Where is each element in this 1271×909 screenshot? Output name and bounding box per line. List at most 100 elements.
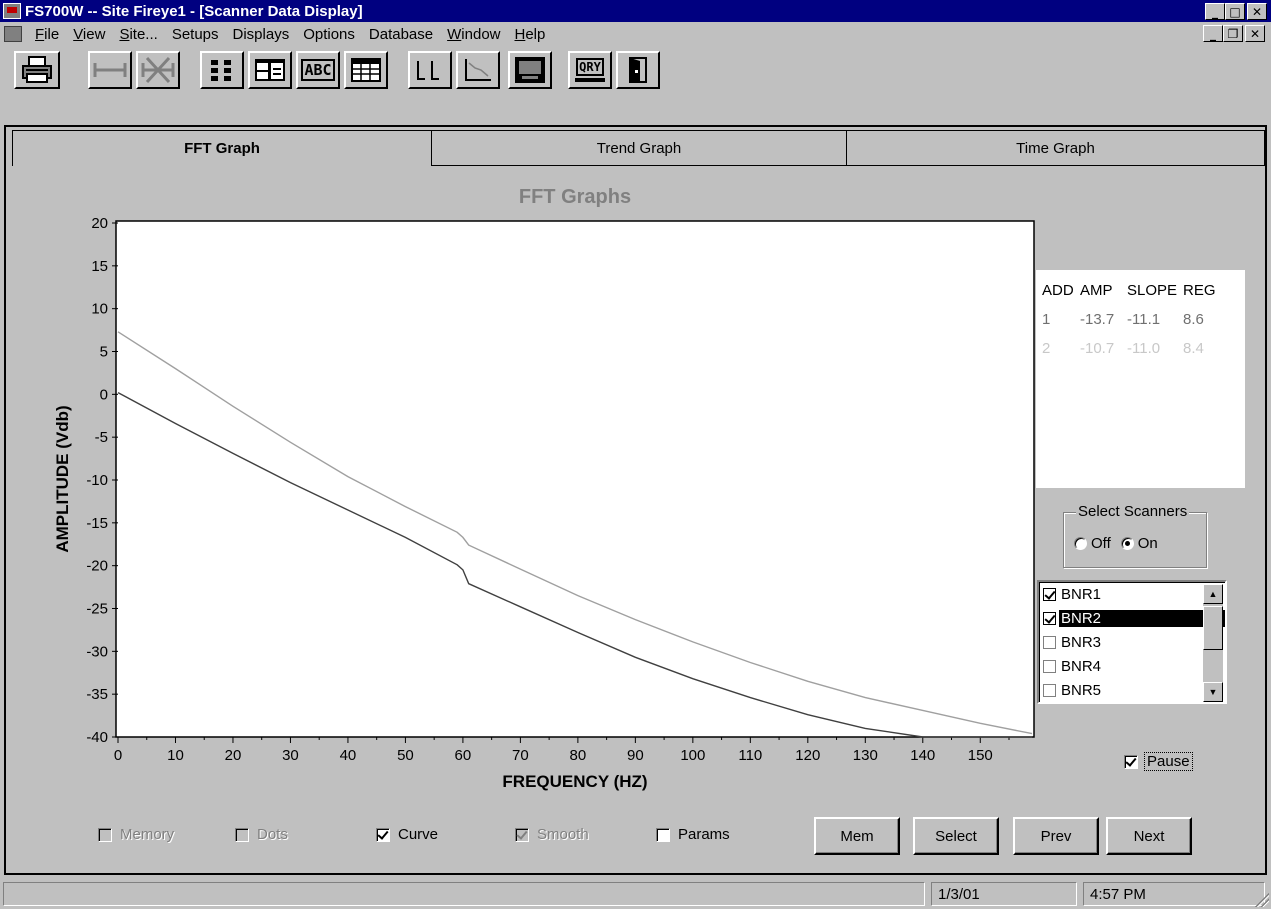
radio-off-circle: [1074, 537, 1087, 550]
x-axis: 0 10 20 30 40 50 60 70 80 90 100 110 120 130 140 150: [114, 737, 1010, 764]
y-tick-label: -15: [86, 515, 108, 532]
app-icon[interactable]: [3, 3, 21, 19]
y-tick-label: -30: [86, 643, 108, 660]
mem-button[interactable]: Mem: [814, 817, 900, 855]
menu-help[interactable]: Help: [508, 26, 553, 43]
x-tick-label: 40: [340, 747, 357, 764]
print-button[interactable]: [14, 51, 60, 89]
x-tick-label: 150: [968, 747, 993, 764]
query-button[interactable]: QRY: [568, 51, 612, 89]
scanner-item-bnr1[interactable]: BNR1: [1039, 582, 1225, 606]
y-tick-label: 15: [91, 258, 108, 275]
trend-graph-button[interactable]: [456, 51, 500, 89]
document-icon[interactable]: [4, 26, 22, 42]
dots-check-box: [235, 827, 249, 842]
title-bar[interactable]: FS700W -- Site Fireye1 - [Scanner Data D…: [0, 0, 1271, 22]
print-icon: [22, 56, 52, 83]
disconnect-button[interactable]: [136, 51, 180, 89]
data-grid-button[interactable]: [248, 51, 292, 89]
tab-time-graph[interactable]: Time Graph: [847, 130, 1265, 166]
menu-options[interactable]: Options: [296, 26, 362, 43]
tab-trend-graph[interactable]: Trend Graph: [432, 130, 847, 166]
prev-button-label: Prev: [1040, 827, 1072, 845]
scanner-list[interactable]: BNR1 BNR2 BNR3 BNR4 BNR5 ▲ ▼: [1037, 580, 1227, 704]
door-exit-icon: [629, 57, 647, 83]
x-tick-label: 120: [795, 747, 820, 764]
bar-graph-button[interactable]: [408, 51, 452, 89]
scanner-checkbox[interactable]: [1043, 683, 1056, 697]
child-restore-button[interactable]: ❐: [1223, 25, 1243, 42]
maximize-button[interactable]: □: [1225, 3, 1245, 20]
child-minimize-button[interactable]: _: [1203, 25, 1223, 42]
param-add: 2: [1042, 340, 1051, 357]
menu-site[interactable]: Site...: [112, 26, 164, 43]
scroll-up-button[interactable]: ▲: [1203, 584, 1223, 604]
scanner-checkbox[interactable]: [1043, 659, 1056, 673]
scanner-item-bnr2[interactable]: BNR2: [1039, 606, 1225, 630]
table-button[interactable]: [344, 51, 388, 89]
params-panel: ADD AMP SLOPE REG 1 -13.7 -11.1 8.6 2 -1…: [1036, 270, 1245, 488]
connect-button[interactable]: [88, 51, 132, 89]
status-message: [3, 882, 925, 906]
memory-checkbox[interactable]: Memory: [98, 826, 174, 843]
list-view-button[interactable]: [200, 51, 244, 89]
scanner-checkbox[interactable]: [1043, 635, 1056, 649]
prev-button[interactable]: Prev: [1013, 817, 1099, 855]
scroll-thumb[interactable]: [1203, 606, 1223, 650]
next-button[interactable]: Next: [1106, 817, 1192, 855]
scanner-item-bnr3[interactable]: BNR3: [1039, 630, 1225, 654]
minimize-icon: _: [1212, 4, 1218, 19]
menu-bar: File View Site... Setups Displays Option…: [0, 22, 1271, 46]
x-tick-label: 70: [512, 747, 529, 764]
curve-checkbox[interactable]: Curve: [376, 826, 438, 843]
scanner-list-scrollbar[interactable]: ▲ ▼: [1203, 584, 1223, 702]
scroll-down-button[interactable]: ▼: [1203, 682, 1223, 702]
params-checkbox[interactable]: Params: [656, 826, 730, 843]
select-button[interactable]: Select: [913, 817, 999, 855]
pause-label: Pause: [1144, 752, 1193, 771]
y-tick-label: 5: [100, 344, 108, 361]
scanner-item-bnr4[interactable]: BNR4: [1039, 654, 1225, 678]
toolbar: ABC QRY: [0, 47, 1271, 127]
x-tick-label: 90: [627, 747, 644, 764]
scanner-checkbox[interactable]: [1043, 611, 1056, 625]
param-amp: -13.7: [1080, 311, 1115, 328]
menu-view[interactable]: View: [66, 26, 112, 43]
menu-window-label: indow: [461, 25, 501, 43]
menu-database[interactable]: Database: [362, 26, 440, 43]
x-tick-label: 30: [282, 747, 299, 764]
x-tick-label: 130: [853, 747, 878, 764]
menu-file[interactable]: File: [28, 26, 66, 43]
menu-displays[interactable]: Displays: [226, 26, 297, 43]
abc-button[interactable]: ABC: [296, 51, 340, 89]
dots-label: Dots: [257, 826, 288, 843]
menu-setups[interactable]: Setups: [165, 26, 226, 43]
smooth-check-box: [515, 827, 529, 842]
header-slope: SLOPE: [1127, 282, 1178, 299]
meter-button[interactable]: [508, 51, 552, 89]
tab-fft-graph[interactable]: FFT Graph: [12, 130, 432, 166]
close-icon: ✕: [1249, 26, 1261, 41]
resize-grip[interactable]: [1253, 891, 1269, 907]
x-tick-label: 20: [225, 747, 242, 764]
smooth-checkbox[interactable]: Smooth: [515, 826, 589, 843]
close-button[interactable]: ✕: [1247, 3, 1267, 20]
pause-checkbox[interactable]: Pause: [1124, 752, 1193, 771]
scanner-label: BNR5: [1061, 681, 1102, 699]
scanner-item-bnr5[interactable]: BNR5: [1039, 678, 1225, 702]
dots-checkbox[interactable]: Dots: [235, 826, 288, 843]
params-row: 2 -10.7 -11.0 8.4: [1042, 334, 1233, 363]
scanner-checkbox[interactable]: [1043, 587, 1056, 601]
status-bar: 1/3/01 4:57 PM: [0, 879, 1271, 909]
menu-window[interactable]: Window: [440, 26, 507, 43]
minimize-button[interactable]: _: [1205, 3, 1225, 20]
menu-site-mnemonic: S: [119, 25, 130, 43]
exit-button[interactable]: [616, 51, 660, 89]
scanners-off-radio[interactable]: Off: [1074, 535, 1111, 552]
scanners-on-radio[interactable]: On: [1120, 535, 1158, 552]
x-axis-label: FREQUENCY (HZ): [502, 772, 647, 791]
child-close-button[interactable]: ✕: [1245, 25, 1265, 42]
y-tick-label: -25: [86, 601, 108, 618]
memory-label: Memory: [120, 826, 175, 843]
x-tick-label: 80: [570, 747, 587, 764]
